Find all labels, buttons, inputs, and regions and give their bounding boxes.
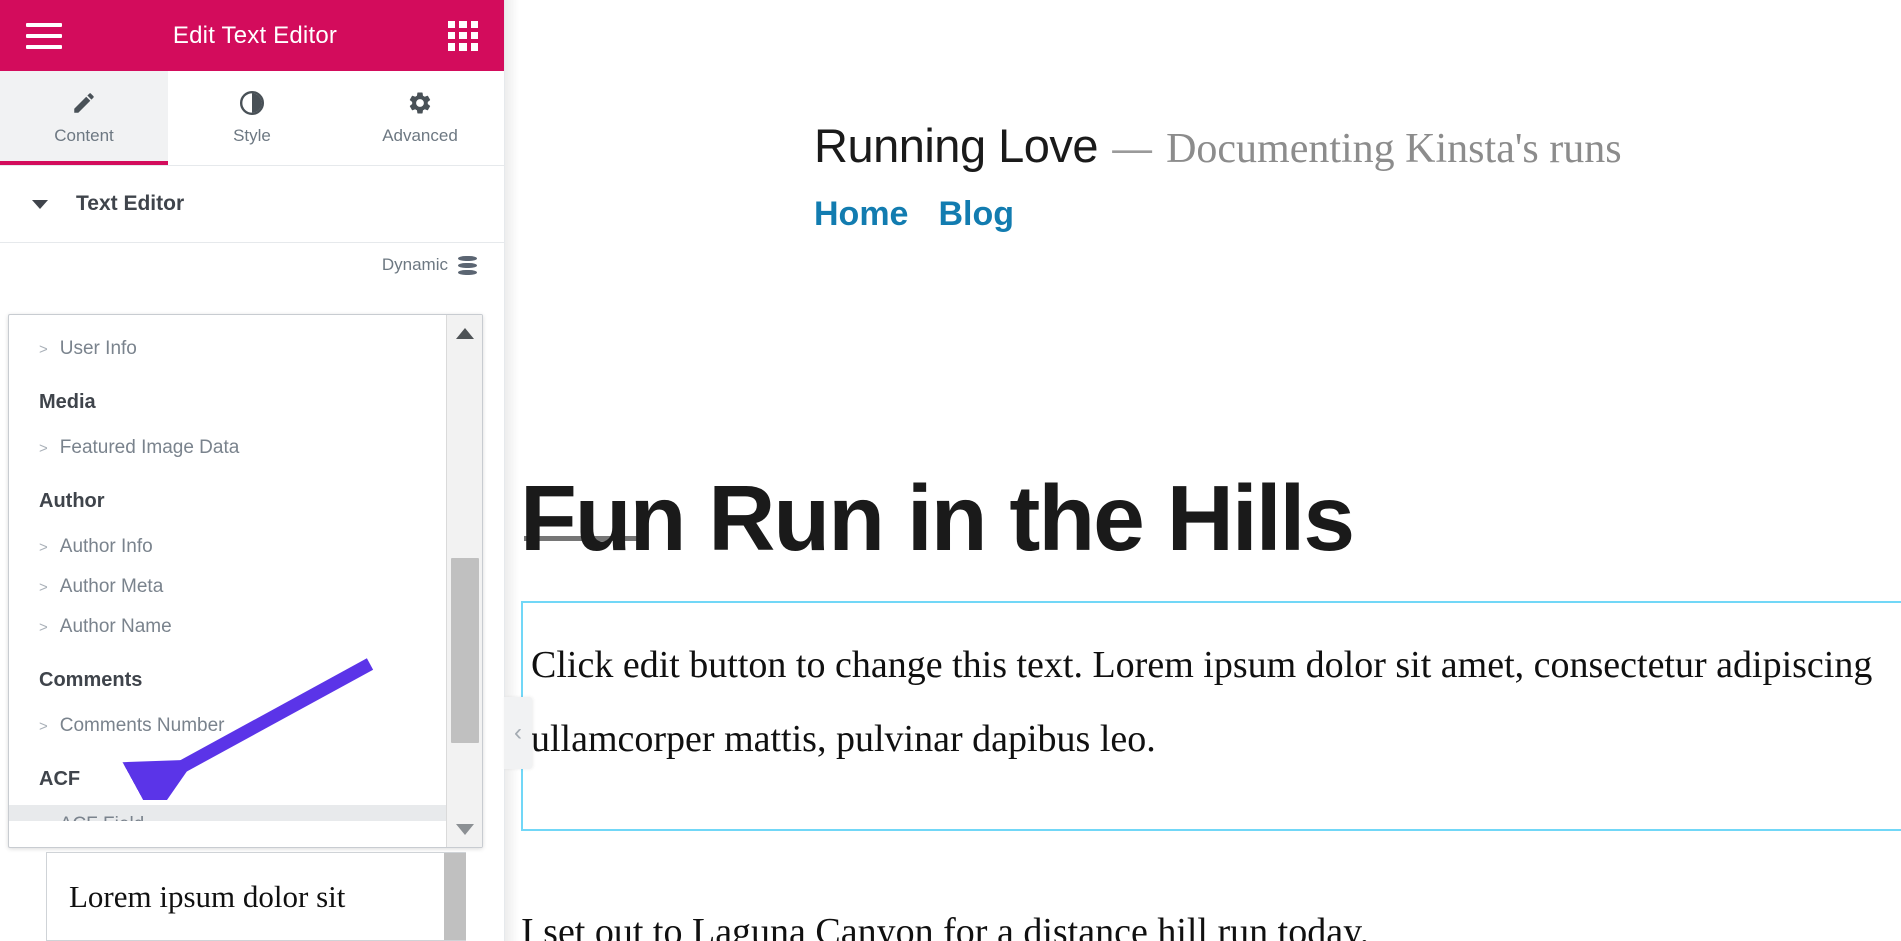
triangle-up-icon <box>456 327 474 339</box>
chevron-right-icon: > <box>39 538 48 556</box>
gear-icon <box>407 90 433 116</box>
list-item-label: User Info <box>59 338 137 359</box>
tab-advanced-label: Advanced <box>382 126 458 145</box>
site-header: Running Love — Documenting Kinsta's runs H… <box>519 0 1901 234</box>
tab-content-label: Content <box>54 126 114 145</box>
scroll-up-button[interactable] <box>447 315 482 351</box>
chevron-right-icon: > <box>39 717 48 735</box>
acf-preview-text: Lorem ipsum dolor sit <box>69 879 346 914</box>
list-item[interactable]: > Author Name <box>9 607 447 647</box>
site-title[interactable]: Running Love <box>814 119 1099 172</box>
chevron-left-icon: ‹ <box>514 719 522 746</box>
scroll-down-button[interactable] <box>447 811 482 847</box>
post-next-paragraph: I set out to Laguna Canyon for a distanc… <box>521 911 1370 941</box>
nav-item-blog[interactable]: Blog <box>938 195 1014 234</box>
chevron-right-icon: > <box>39 439 48 457</box>
tab-content[interactable]: Content <box>0 71 168 165</box>
chevron-right-icon: > <box>39 315 48 318</box>
contrast-circle-icon <box>239 90 265 116</box>
nav-item-home[interactable]: Home <box>814 195 908 234</box>
dynamic-tag-row[interactable]: Dynamic <box>0 243 504 287</box>
text-widget-line-1: Click edit button to change this text. L… <box>531 644 1873 686</box>
dynamic-label: Dynamic <box>381 255 448 274</box>
triangle-down-icon <box>456 823 474 835</box>
site-nav: Home Blog <box>814 195 1901 234</box>
list-item[interactable]: > Featured Image Data <box>9 428 447 468</box>
list-item-acf-field[interactable]: > ACF Field <box>9 805 447 821</box>
chevron-right-icon: > <box>39 340 48 358</box>
list-item-label: Comments Number <box>59 715 225 736</box>
post-title[interactable]: Fun Run in the Hills <box>520 465 1355 572</box>
pencil-icon <box>71 90 97 116</box>
chevron-right-icon: > <box>39 618 48 636</box>
chevron-down-icon <box>32 199 48 209</box>
list-item-label: Featured Image Data <box>59 437 240 458</box>
panel-collapse-handle[interactable]: ‹ <box>504 697 532 769</box>
preview-scrollbar[interactable] <box>444 853 466 940</box>
panel-edge-shadow <box>505 0 519 941</box>
list-item-label: Author Info <box>59 536 153 557</box>
list-group-heading: Comments <box>39 669 143 691</box>
site-branding: Running Love — Documenting Kinsta's runs <box>814 118 1901 173</box>
section-header-text-editor[interactable]: Text Editor <box>0 166 504 243</box>
panel-tabs: Content Style Advanced <box>0 71 504 166</box>
list-item[interactable]: > Author Info <box>9 527 447 567</box>
tab-style-label: Style <box>233 126 271 145</box>
dropdown-scrollbar[interactable] <box>446 315 482 847</box>
database-stack-icon[interactable] <box>458 255 477 275</box>
site-title-separator: — <box>1112 127 1153 171</box>
list-item[interactable]: > User Info <box>9 329 447 369</box>
chevron-right-icon: > <box>39 817 48 822</box>
elementor-editor-panel: Edit Text Editor Content Style Advanced … <box>0 0 505 941</box>
tab-style[interactable]: Style <box>168 71 336 165</box>
list-item-label: Shortcode <box>60 315 147 320</box>
panel-title: Edit Text Editor <box>172 21 338 49</box>
list-item-label: Author Meta <box>59 576 164 597</box>
list-item[interactable]: > Author Meta <box>9 567 447 607</box>
scrollbar-thumb[interactable] <box>451 558 479 743</box>
list-group-heading: Author <box>39 490 105 512</box>
list-item[interactable]: > Comments Number <box>9 706 447 746</box>
widgets-grid-icon[interactable] <box>448 20 478 51</box>
dynamic-tags-dropdown[interactable]: > Shortcode > User Info Media > Featured… <box>8 314 483 848</box>
panel-header: Edit Text Editor <box>0 0 504 71</box>
dynamic-tags-list: > Shortcode > User Info Media > Featured… <box>9 315 447 821</box>
list-item-label: Author Name <box>59 616 172 637</box>
hamburger-menu-icon[interactable] <box>26 22 62 49</box>
list-item-label: ACF Field <box>60 814 144 821</box>
list-group-heading: Media <box>39 391 96 413</box>
site-description: Documenting Kinsta's runs <box>1166 126 1622 172</box>
list-item[interactable]: > Shortcode <box>9 315 447 329</box>
text-widget-line-2: ullamcorper mattis, pulvinar dapibus leo… <box>531 718 1156 761</box>
section-title: Text Editor <box>76 192 185 215</box>
text-editor-widget[interactable]: Click edit button to change this text. L… <box>521 601 1901 831</box>
tab-advanced[interactable]: Advanced <box>336 71 504 165</box>
chevron-right-icon: > <box>39 578 48 596</box>
list-group-heading: ACF <box>39 768 81 790</box>
acf-field-preview-box: Lorem ipsum dolor sit <box>46 852 466 941</box>
